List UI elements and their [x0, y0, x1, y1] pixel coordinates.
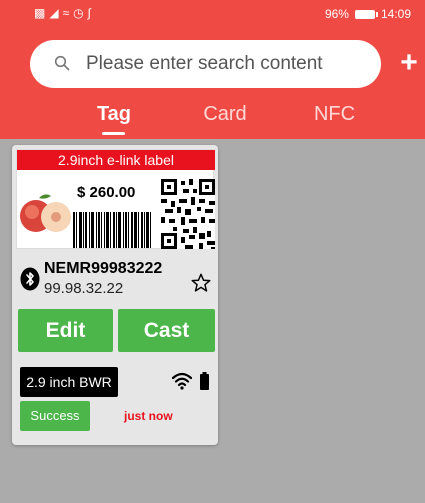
tab-nfc[interactable]: NFC — [312, 103, 357, 126]
battery-icon — [354, 9, 378, 19]
wifi-signal-icon — [172, 372, 192, 390]
barcode-image — [73, 212, 157, 248]
edit-button[interactable]: Edit — [18, 309, 113, 352]
status-icons: ▩ ◢ ≈ ◷ ∫ — [34, 6, 91, 20]
battery-percent: 96% — [324, 7, 349, 21]
battery-level-icon — [200, 372, 209, 390]
device-name: NEMR99983222 — [44, 260, 163, 277]
price-text: $ 260.00 — [77, 184, 136, 201]
search-icon — [54, 55, 70, 71]
message-icon: ▩ — [34, 6, 46, 20]
alarm-icon: ◷ — [73, 6, 84, 20]
star-icon[interactable] — [190, 272, 212, 294]
label-preview[interactable]: 2.9inch e-link label $ 260.00 — [16, 149, 215, 249]
label-header: 2.9inch e-link label — [17, 150, 215, 170]
tab-tag[interactable]: Tag — [94, 103, 134, 126]
update-time: just now — [124, 409, 173, 423]
bluetooth-icon — [20, 267, 40, 291]
tab-card[interactable]: Card — [200, 103, 250, 126]
signal-icon: ◢ — [49, 6, 59, 20]
active-tab-indicator — [102, 132, 125, 135]
status-right: 96% 14:09 — [325, 7, 411, 21]
qr-code-image — [161, 179, 215, 249]
device-info: NEMR99983222 99.98.32.22 — [20, 259, 212, 299]
wifi-icon: ≈ — [62, 6, 70, 20]
clock: 14:09 — [380, 7, 411, 21]
search-bar[interactable] — [30, 40, 381, 88]
bluetooth-icon: ∫ — [87, 6, 91, 20]
peach-image — [20, 194, 71, 232]
add-button[interactable]: + — [396, 48, 422, 78]
search-input[interactable] — [86, 40, 371, 88]
label-type-badge: 2.9 inch BWR — [20, 367, 118, 397]
cast-button[interactable]: Cast — [118, 309, 215, 352]
app-header: ▩ ◢ ≈ ◷ ∫ 96% 14:09 + Tag Card NFC — [0, 0, 425, 139]
device-card[interactable]: 2.9inch e-link label $ 260.00 NEMR999832… — [12, 145, 218, 445]
status-badge: Success — [20, 401, 90, 431]
status-bar: ▩ ◢ ≈ ◷ ∫ 96% 14:09 — [0, 0, 425, 30]
device-ip: 99.98.32.22 — [44, 280, 124, 297]
